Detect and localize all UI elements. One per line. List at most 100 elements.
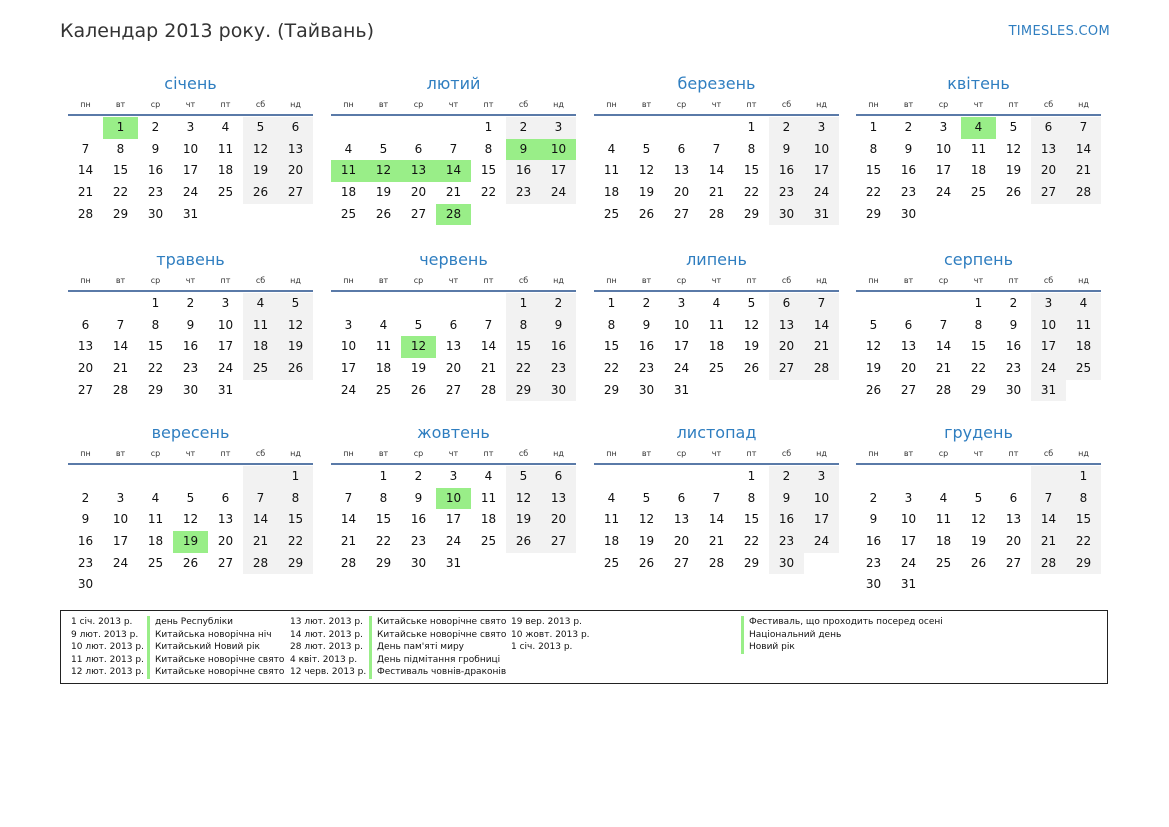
day-cell: 7 [116, 317, 125, 332]
day-cell: 11 [375, 339, 392, 354]
day-cell: 7 [449, 141, 458, 156]
day-cell: 9 [904, 141, 913, 156]
day-cell: 26 [1005, 185, 1022, 200]
day-cell: 18 [340, 185, 357, 200]
legend-date: 1 січ. 2013 р. [511, 642, 573, 652]
day-cell: 8 [869, 141, 878, 156]
empty-cell [401, 117, 436, 139]
empty-cell [138, 466, 173, 488]
month-name: квітень [947, 74, 1010, 93]
day-cell: 20 [673, 534, 690, 549]
legend-holiday-name: День пам'яті миру [377, 642, 464, 652]
day-cell: 14 [708, 512, 725, 527]
day-grid: 1 2 3 4 5 6 7 8 9 10 11 12 13 14 15 16 17 18 19 20 21 22 23 24 2… [68, 293, 313, 401]
day-cell: 17 [804, 160, 839, 183]
empty-cell [1066, 380, 1101, 402]
day-cell: 15 [743, 163, 760, 178]
day-cell: 8 [747, 490, 756, 505]
site-link[interactable]: TIMESLES.COM [1009, 24, 1110, 39]
empty-cell [629, 466, 664, 488]
day-cell: 22 [1066, 531, 1101, 553]
day-cell: 8 [607, 317, 616, 332]
legend-date: 4 квіт. 2013 р. [290, 654, 358, 665]
weekday-label: пт [220, 449, 231, 458]
legend-holiday-name: Китайський Новий рік [155, 642, 260, 652]
weekday-label: нд [1078, 276, 1089, 285]
day-cell: 20 [1031, 160, 1066, 183]
empty-cell [926, 204, 961, 226]
empty-cell [699, 380, 734, 402]
day-cell: 1 [869, 120, 878, 134]
weekday-label: ср [413, 449, 424, 458]
day-cell: 23 [541, 358, 576, 380]
holiday-legend: 1 січ. 2013 р. 9 лют. 2013 р. 10 лют. 20… [60, 610, 1108, 684]
weekday-label: пт [220, 276, 231, 285]
day-cell: 22 [147, 361, 164, 376]
day-cell: 24 [112, 555, 129, 570]
day-cell: 16 [638, 339, 655, 354]
day-cell: 4 [379, 317, 388, 332]
empty-cell [331, 466, 366, 488]
day-cell: 26 [865, 382, 882, 397]
day-cell: 22 [278, 531, 313, 553]
empty-cell [891, 293, 926, 315]
day-cell: 19 [1005, 163, 1022, 178]
legend-date: 14 лют. 2013 р. [290, 629, 363, 640]
weekday-label: пн [606, 276, 617, 285]
weekday-label: ср [150, 276, 161, 285]
weekday-label: чт [711, 449, 722, 458]
day-grid: 1 2 3 4 5 6 7 8 9 10 11 12 13 14 15 16 17 18 19 20 21 22 23 24 2… [68, 117, 313, 225]
weekday-label: нд [290, 100, 301, 109]
day-cell: 8 [1066, 487, 1101, 510]
day-cell: 17 [217, 339, 234, 354]
weekday-header: пн вт ср чт пт сб нд [331, 274, 576, 290]
day-cell: 9 [541, 314, 576, 337]
day-cell: 24 [217, 361, 234, 376]
day-cell: 14 [708, 163, 725, 178]
month-name: лютий [426, 74, 481, 93]
day-cell: 14 [340, 512, 357, 527]
day-cell: 30 [1005, 382, 1022, 397]
day-cell: 10 [436, 487, 471, 510]
day-cell: 13 [541, 487, 576, 510]
day-cell: 10 [935, 141, 952, 156]
day-cell: 14 [935, 339, 952, 354]
day-cell: 5 [506, 466, 541, 488]
empty-cell [594, 466, 629, 488]
empty-cell [506, 553, 541, 575]
day-cell: 14 [804, 314, 839, 337]
day-cell: 12 [970, 512, 987, 527]
weekday-label: ср [938, 449, 949, 458]
day-cell: 30 [865, 577, 882, 592]
empty-cell [331, 117, 366, 139]
header-divider [331, 290, 576, 292]
day-cell: 9 [186, 317, 195, 332]
weekday-label: пт [483, 100, 494, 109]
day-cell: 18 [243, 336, 278, 359]
weekday-label: чт [711, 100, 722, 109]
month-name: грудень [944, 423, 1013, 442]
month-2: лютий пн вт ср чт пт сб нд 1 2 3 4 5 6 7 8 9 10 11 12 13 14 15… [331, 72, 576, 226]
header-divider [331, 463, 576, 465]
day-cell: 3 [541, 117, 576, 139]
day-cell: 16 [769, 160, 804, 183]
day-cell: 30 [410, 555, 427, 570]
empty-cell [856, 466, 891, 488]
day-cell: 11 [331, 160, 366, 183]
day-cell: 22 [480, 185, 497, 200]
month-8: серпень пн вт ср чт пт сб нд 1 2 3 4 5 6 7 8 9 10 11 12 13 14… [856, 248, 1101, 402]
day-cell: 8 [151, 317, 160, 332]
day-cell: 13 [1005, 512, 1022, 527]
weekday-header: пн вт ср чт пт сб нд [856, 98, 1101, 114]
empty-cell [856, 293, 891, 315]
weekday-header: пн вт ср чт пт сб нд [68, 447, 313, 463]
day-cell: 3 [344, 317, 353, 332]
day-cell: 5 [278, 293, 313, 315]
day-cell: 11 [970, 141, 987, 156]
day-cell: 13 [673, 163, 690, 178]
day-cell: 20 [769, 336, 804, 359]
day-cell: 8 [506, 314, 541, 337]
day-cell: 15 [278, 509, 313, 532]
weekday-header: пн вт ср чт пт сб нд [331, 98, 576, 114]
day-cell: 17 [182, 163, 199, 178]
